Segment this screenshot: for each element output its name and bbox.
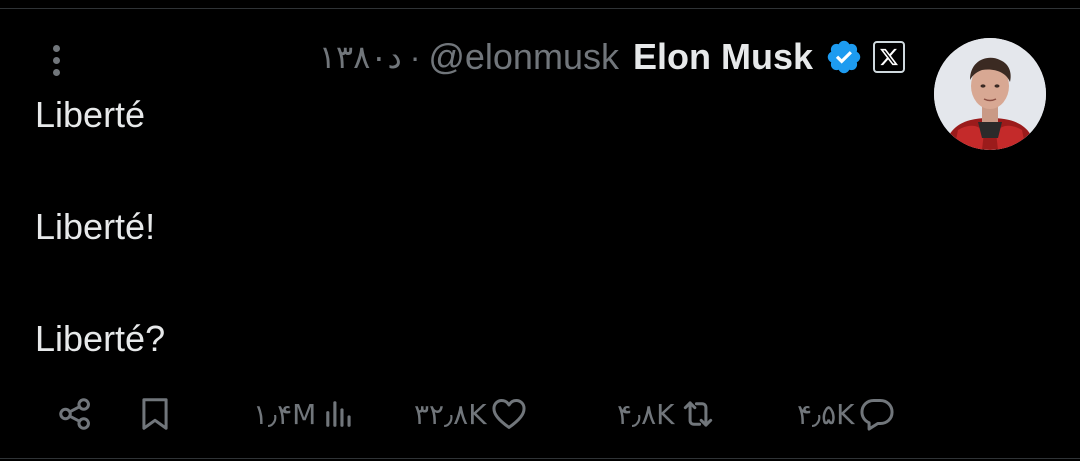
replies-count: ۴٫۵K xyxy=(797,397,855,431)
tweet-text-line-1: Liberté xyxy=(35,94,146,135)
reply-icon xyxy=(857,395,897,433)
more-options-button[interactable] xyxy=(42,40,70,80)
share-button[interactable] xyxy=(56,388,94,440)
tweet-time[interactable]: ۱۳۸۰د xyxy=(319,38,402,76)
views-button[interactable]: ۱٫۴M xyxy=(253,388,356,440)
author-handle[interactable]: @elonmusk xyxy=(428,36,619,78)
author-name[interactable]: Elon Musk xyxy=(633,36,813,78)
like-button[interactable]: ۳۲٫۸K xyxy=(414,388,529,440)
time-separator: · xyxy=(409,38,421,75)
share-icon xyxy=(56,395,94,433)
tweet-header: ۱۳۸۰د · @elonmusk Elon Musk xyxy=(319,34,905,80)
tweet-text-line-3: Liberté? xyxy=(35,318,166,359)
top-divider xyxy=(0,8,1080,9)
views-icon xyxy=(322,395,356,433)
bookmark-icon xyxy=(136,395,174,433)
more-dot xyxy=(52,68,60,76)
bottom-divider xyxy=(0,458,1080,459)
tweet-text-line-2: Liberté! xyxy=(35,206,156,247)
x-affiliation-icon[interactable] xyxy=(873,41,905,73)
verified-check-icon[interactable] xyxy=(825,38,863,76)
bookmark-button[interactable] xyxy=(136,388,174,440)
repost-button[interactable]: ۴٫۸K xyxy=(617,388,719,440)
tweet-action-bar: ۱٫۴M ۳۲٫۸K ۴٫۸K ۴٫۵K xyxy=(0,388,1080,440)
reply-button[interactable]: ۴٫۵K xyxy=(797,388,897,440)
more-dot xyxy=(52,44,60,52)
likes-count: ۳۲٫۸K xyxy=(414,397,487,431)
views-count: ۱٫۴M xyxy=(253,397,317,431)
heart-icon xyxy=(489,395,529,433)
reposts-count: ۴٫۸K xyxy=(617,397,675,431)
author-avatar[interactable] xyxy=(934,38,1046,150)
repost-icon xyxy=(677,395,719,433)
more-dot xyxy=(52,56,60,64)
